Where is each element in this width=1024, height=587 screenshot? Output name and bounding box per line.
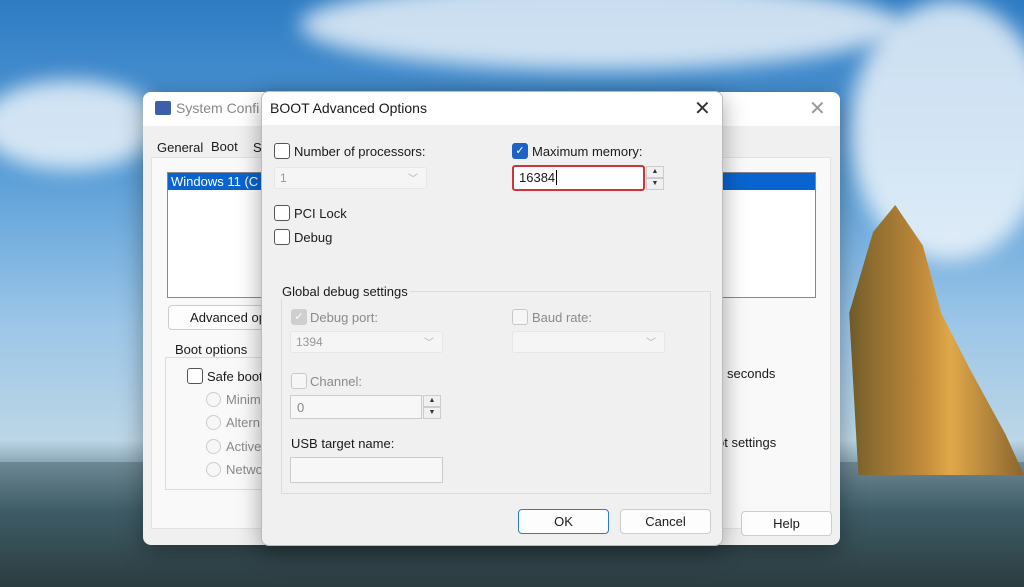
cloud [0, 80, 160, 170]
alternate-shell-label: Altern [226, 415, 260, 430]
debug-checkbox[interactable] [274, 229, 290, 245]
text-cursor [556, 170, 558, 185]
number-of-processors-label: Number of processors: [294, 144, 426, 159]
alternate-shell-radio[interactable] [206, 415, 221, 430]
ok-button[interactable]: OK [518, 509, 609, 534]
help-button[interactable]: Help [741, 511, 832, 536]
baud-rate-label: Baud rate: [532, 310, 592, 325]
safe-boot-checkbox[interactable] [187, 368, 203, 384]
seconds-label: seconds [727, 366, 776, 381]
window-title: System Confi [176, 100, 260, 116]
number-of-processors-checkbox[interactable] [274, 143, 290, 159]
memory-spin-up[interactable]: ▲ [646, 166, 664, 178]
channel-value: 0 [297, 400, 305, 415]
boot-settings-label: ot settings [717, 435, 777, 450]
boot-advanced-options-dialog: BOOT Advanced Options ✕ Number of proces… [261, 91, 723, 546]
chevron-down-icon: ﹀ [646, 338, 656, 349]
debug-port-label: Debug port: [310, 310, 378, 325]
cancel-button[interactable]: Cancel [620, 509, 711, 534]
debug-port-value: 1394 [296, 335, 323, 349]
baud-rate-checkbox[interactable] [512, 309, 528, 325]
channel-spin-down[interactable]: ▼ [423, 407, 441, 419]
debug-port-dropdown[interactable]: 1394 ﹀ [290, 331, 443, 353]
processors-value: 1 [280, 171, 287, 185]
active-directory-radio[interactable] [206, 439, 221, 454]
network-label: Netwo [226, 462, 263, 477]
chevron-down-icon: ﹀ [408, 174, 418, 185]
pci-lock-checkbox[interactable] [274, 205, 290, 221]
pci-lock-label: PCI Lock [294, 206, 347, 221]
channel-checkbox[interactable] [291, 373, 307, 389]
close-icon[interactable]: ✕ [809, 96, 826, 121]
maximum-memory-value: 16384 [519, 170, 556, 185]
dialog-title: BOOT Advanced Options [270, 100, 427, 116]
processors-dropdown[interactable]: 1 ﹀ [274, 167, 427, 189]
tab-boot[interactable]: Boot [211, 139, 238, 154]
maximum-memory-checkbox[interactable]: ✓ [512, 143, 528, 159]
memory-spin-down[interactable]: ▼ [646, 178, 664, 190]
usb-target-name-input[interactable] [290, 457, 443, 483]
network-radio[interactable] [206, 462, 221, 477]
channel-label: Channel: [310, 374, 363, 389]
channel-spin-up[interactable]: ▲ [423, 395, 441, 407]
close-icon[interactable]: ✕ [694, 96, 711, 121]
chevron-down-icon: ﹀ [424, 338, 434, 349]
debug-label: Debug [294, 230, 333, 245]
debug-port-checkbox[interactable]: ✓ [291, 309, 307, 325]
active-directory-label: Active [226, 439, 262, 454]
safe-boot-label: Safe boot [207, 369, 263, 384]
cloud [300, 0, 900, 70]
tab-general[interactable]: General [157, 140, 203, 155]
minimal-radio[interactable] [206, 392, 221, 407]
maximum-memory-label: Maximum memory: [532, 144, 643, 159]
baud-rate-dropdown[interactable]: ﹀ [512, 331, 665, 353]
channel-input[interactable]: 0 [290, 395, 422, 419]
boot-options-label: Boot options [173, 342, 250, 357]
msconfig-icon [155, 101, 171, 115]
global-debug-settings-label: Global debug settings [280, 284, 410, 299]
title-bar: BOOT Advanced Options ✕ [262, 92, 722, 125]
usb-target-name-label: USB target name: [291, 436, 395, 451]
maximum-memory-input[interactable]: 16384 [512, 165, 645, 191]
minimal-label: Minim [226, 392, 261, 407]
